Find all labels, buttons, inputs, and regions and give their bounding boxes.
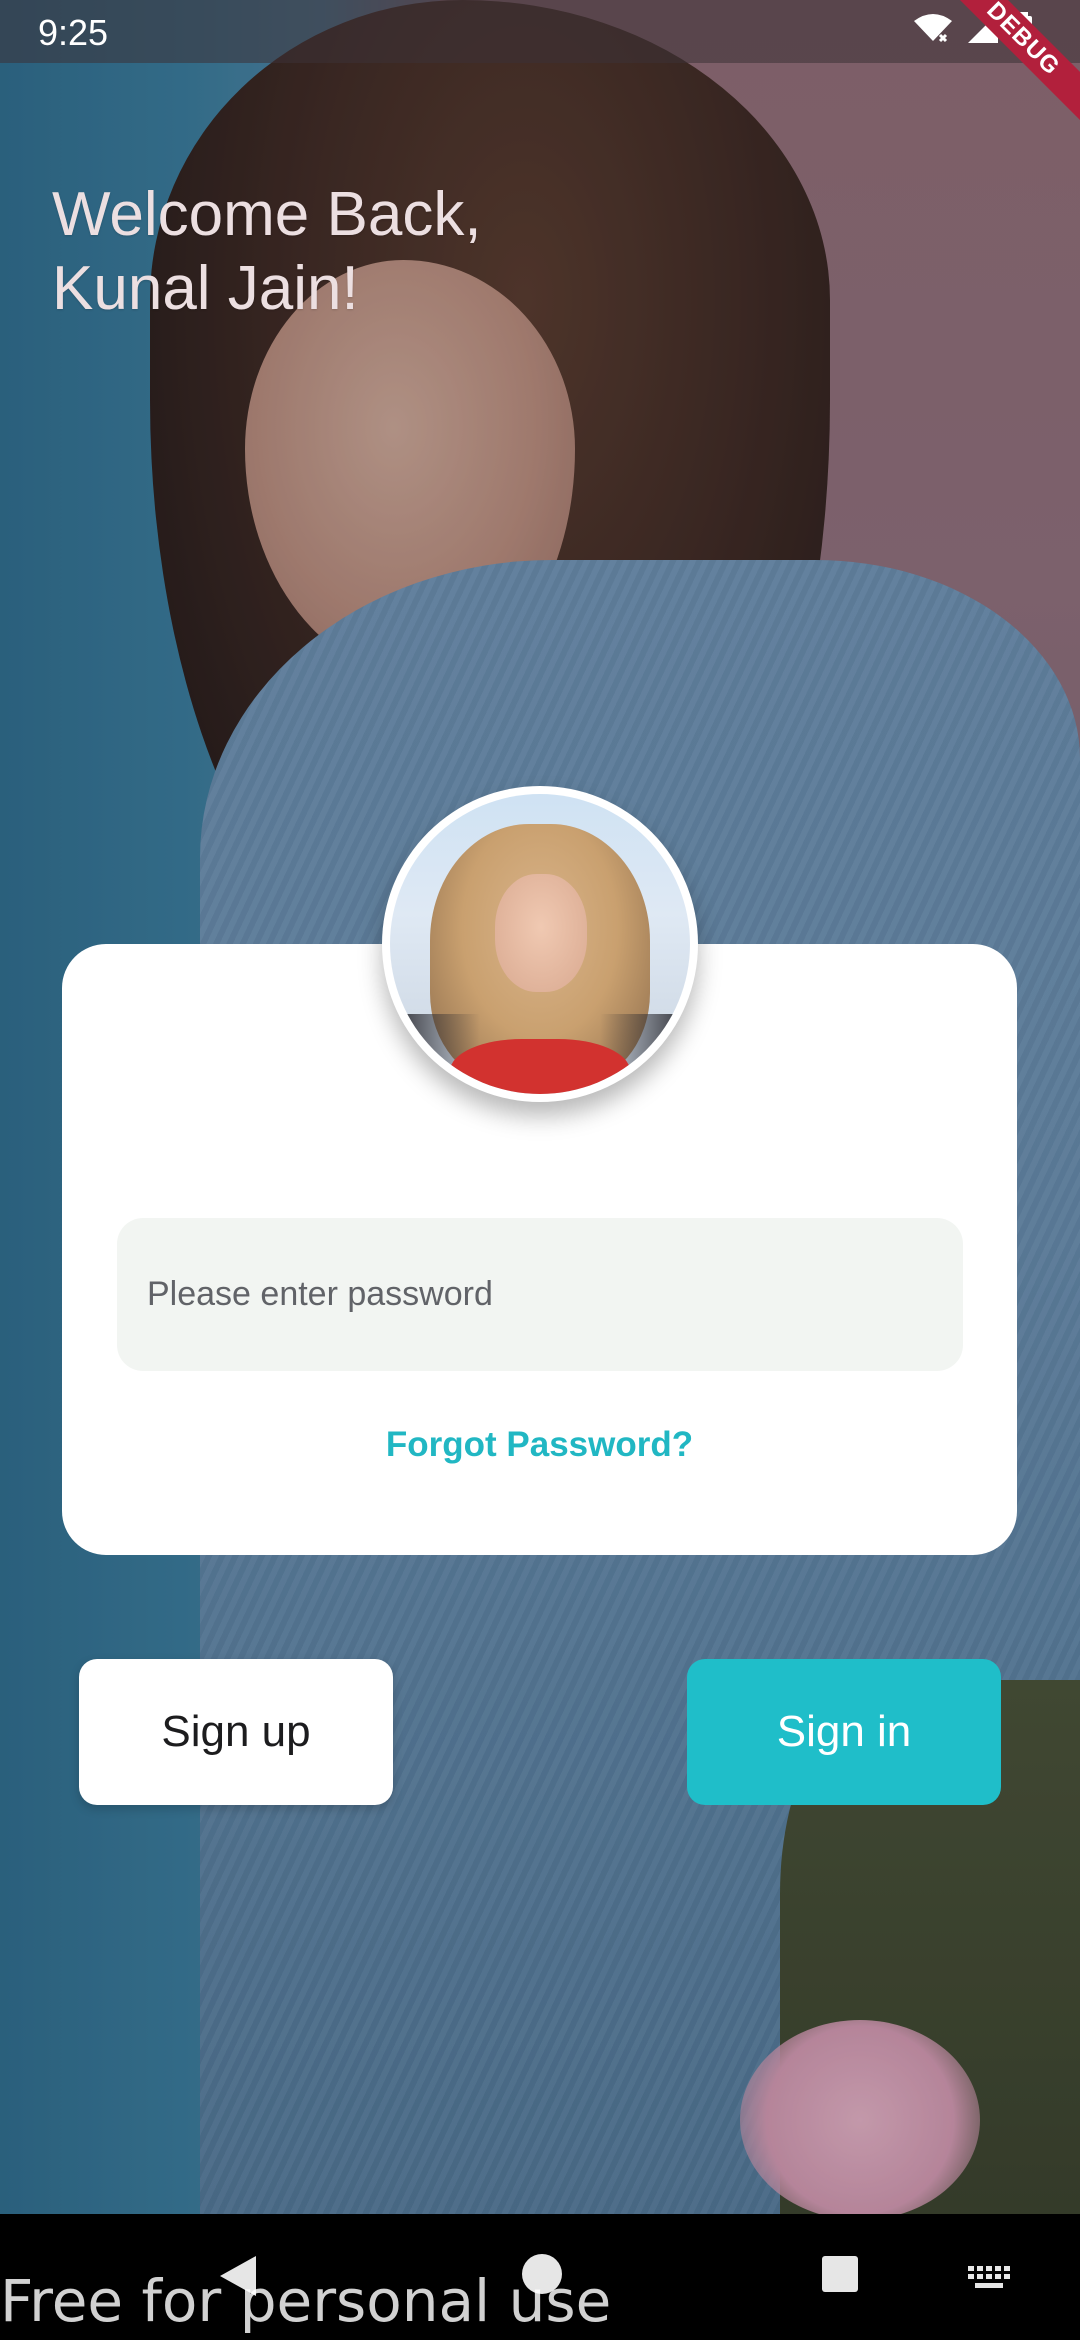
profile-avatar[interactable] [382, 786, 698, 1102]
sign-up-button[interactable]: Sign up [79, 1659, 393, 1805]
password-input[interactable] [117, 1218, 963, 1371]
status-bar: 9:25 DEBUG [0, 0, 1080, 133]
welcome-line-1: Welcome Back, [52, 180, 482, 249]
welcome-user-name: Kunal Jain! [52, 254, 359, 323]
keyboard-icon[interactable] [966, 2264, 1012, 2295]
avatar-photo [390, 794, 690, 1094]
forgot-password-link[interactable]: Forgot Password? [62, 1425, 1017, 1465]
status-time: 9:25 [38, 12, 109, 53]
navigation-bar: Free for personal use [0, 2214, 1080, 2340]
welcome-heading: Welcome Back, Kunal Jain! [52, 178, 652, 326]
recents-icon[interactable] [820, 2254, 860, 2299]
wifi-icon [914, 13, 952, 43]
sign-in-button[interactable]: Sign in [687, 1659, 1001, 1805]
watermark-text: Free for personal use [0, 2267, 612, 2335]
